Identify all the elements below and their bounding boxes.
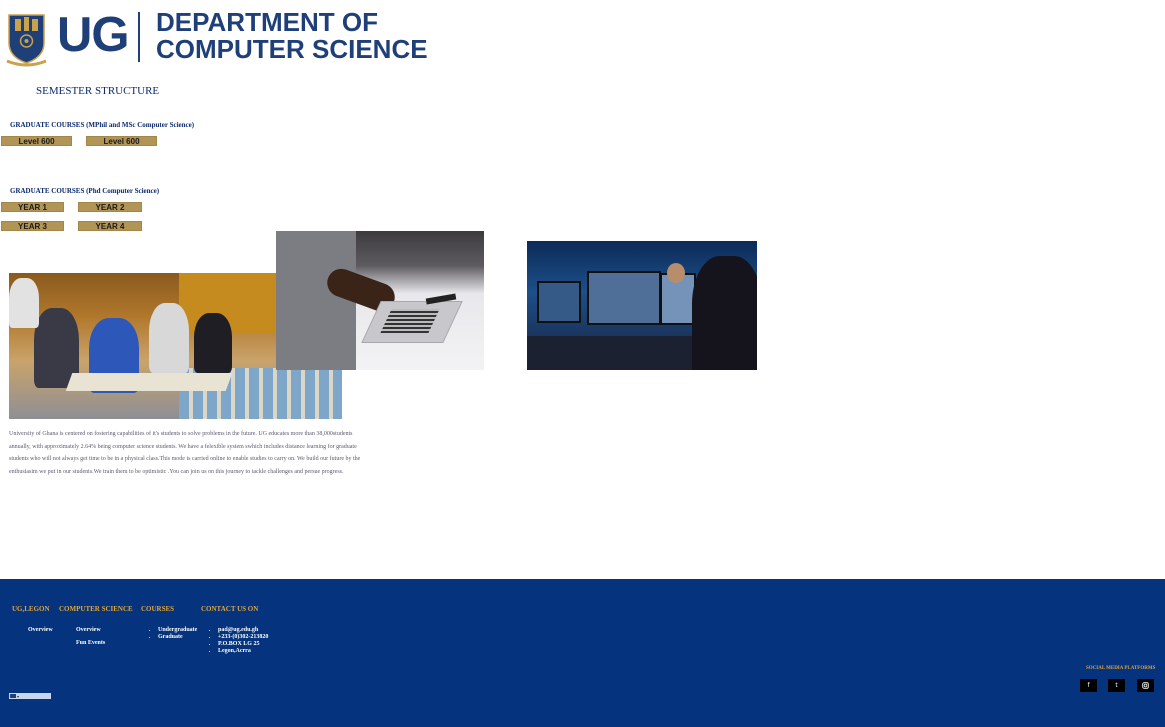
instagram-icon[interactable]	[1137, 679, 1154, 692]
logo-divider	[138, 12, 140, 62]
footer-link-ug-overview[interactable]: Overview	[28, 627, 53, 633]
year-2-button[interactable]: YEAR 2	[78, 202, 142, 212]
flag-icon	[10, 694, 16, 698]
footer-courses-list: Undergraduate Graduate	[147, 627, 197, 641]
twitter-icon[interactable]: t	[1108, 679, 1125, 692]
footer-link-cs-overview[interactable]: Overview	[76, 627, 101, 633]
footer-heading-courses: COURSES	[141, 605, 175, 613]
department-title-line1: DEPARTMENT OF	[156, 7, 378, 37]
year-1-button[interactable]: YEAR 1	[1, 202, 64, 212]
ug-logo-text: UG	[57, 8, 129, 62]
computer-lab-photo	[527, 241, 757, 370]
ug-crest-logo	[6, 14, 47, 67]
footer-link-fun-events[interactable]: Fun Events	[76, 640, 105, 646]
social-media-label: SOCIAL MEDIA PLATFORMS	[1086, 666, 1156, 671]
language-selector[interactable]: ▾	[9, 693, 51, 699]
facebook-icon[interactable]: f	[1080, 679, 1097, 692]
level-600-button-2[interactable]: Level 600	[86, 136, 157, 146]
year-4-button[interactable]: YEAR 4	[78, 221, 142, 231]
footer	[0, 579, 1165, 727]
footer-heading-contact: CONTACT US ON	[201, 605, 259, 613]
contact-location: Legon,Acrra	[218, 648, 268, 655]
footer-heading-computer-science: COMPUTER SCIENCE	[59, 605, 133, 613]
footer-contact-list: pad@ug.edu.gh +233-(0)302-213820 P.O.BOX…	[207, 627, 268, 655]
graduate-mphil-label: GRADUATE COURSES (MPhil and MSc Computer…	[10, 121, 195, 129]
graduate-phd-label: GRADUATE COURSES (Phd Computer Science)	[10, 187, 160, 195]
footer-course-graduate[interactable]: Graduate	[158, 634, 197, 641]
department-title-line2: COMPUTER SCIENCE	[156, 34, 428, 64]
laptop-typing-photo	[276, 231, 484, 370]
footer-heading-ug-legon: UG,LEGON	[12, 605, 50, 613]
about-paragraph: University of Ghana is centered on foste…	[9, 431, 361, 475]
level-600-button[interactable]: Level 600	[1, 136, 72, 146]
contact-phone: +233-(0)302-213820	[218, 634, 268, 641]
year-3-button[interactable]: YEAR 3	[1, 221, 64, 231]
semester-structure-title: SEMESTER STRUCTURE	[36, 85, 160, 97]
chevron-down-icon: ▾	[17, 693, 20, 699]
contact-email: pad@ug.edu.gh	[218, 627, 268, 634]
footer-course-undergraduate[interactable]: Undergraduate	[158, 627, 197, 634]
department-title: DEPARTMENT OF COMPUTER SCIENCE	[156, 9, 428, 63]
contact-pobox: P.O.BOX LG 25	[218, 641, 268, 648]
